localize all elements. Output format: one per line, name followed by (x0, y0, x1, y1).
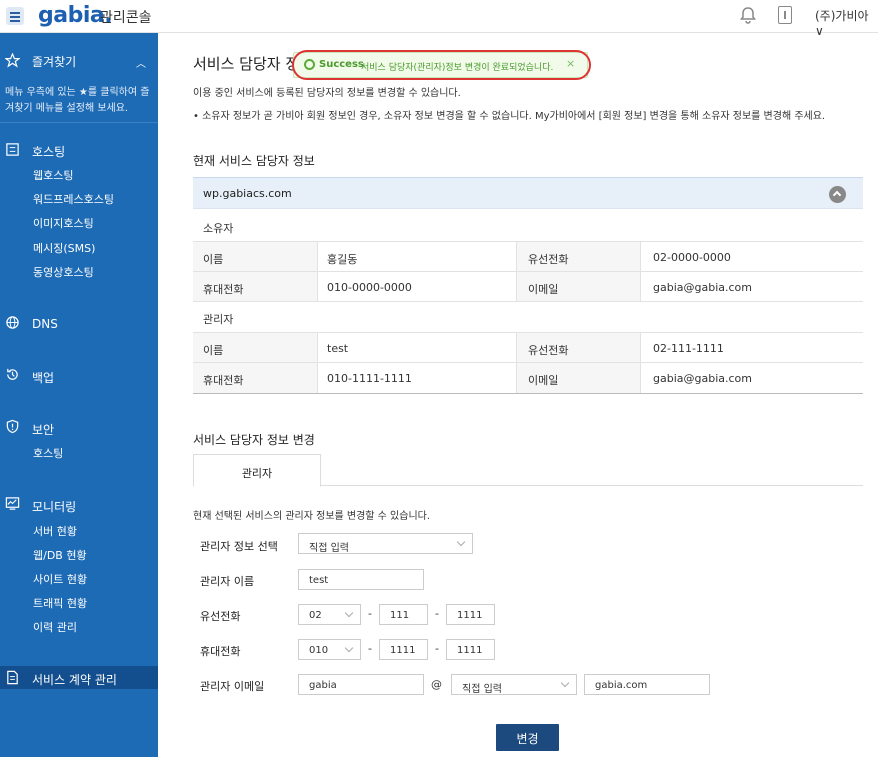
sidebar-item-messaging[interactable]: 메시징(SMS) (33, 240, 95, 256)
owner-email-label: 이메일 (528, 283, 559, 296)
sidebar-item-history[interactable]: 이력 관리 (33, 619, 77, 635)
current-info-heading: 현재 서비스 담당자 정보 (193, 154, 315, 168)
owner-title: 소유자 (203, 222, 234, 235)
owner-name-label: 이름 (203, 253, 224, 266)
owner-row-1: 이름 홍길동 유선전화 02-0000-0000 (193, 241, 863, 272)
collapse-chevron-icon[interactable] (829, 186, 846, 203)
sidebar: 즐겨찾기 ︿ 메뉴 우측에 있는 ★를 클릭하여 즐겨찾기 메뉴를 설정해 보세… (0, 33, 158, 757)
admin-name-field-label: 관리자 이름 (200, 575, 255, 588)
admin-info-select[interactable]: 직접 입력 (298, 533, 473, 554)
tel-field-label: 유선전화 (200, 610, 241, 623)
tab-admin[interactable]: 관리자 (193, 454, 321, 487)
admin-mobile-label: 휴대전화 (203, 374, 244, 387)
sidebar-item-web-db-status[interactable]: 웹/DB 현황 (33, 547, 87, 563)
owner-row-2: 휴대전화 010-0000-0000 이메일 gabia@gabia.com (193, 271, 863, 302)
contract-icon (7, 670, 18, 685)
bell-icon[interactable] (740, 6, 756, 24)
sidebar-item-wordpress-hosting[interactable]: 워드프레스호스팅 (33, 191, 114, 207)
chevron-down-icon (344, 608, 354, 618)
admin-name: test (327, 342, 349, 355)
app-title: 관리콘솔 (100, 10, 152, 26)
chevron-up-icon[interactable]: ︿ (136, 55, 146, 70)
domain-header[interactable]: wp.gabiacs.com (193, 177, 863, 209)
sidebar-security[interactable]: 보안 (32, 421, 54, 438)
dash: - (368, 607, 372, 620)
sidebar-item-site-status[interactable]: 사이트 현황 (33, 571, 87, 587)
email-domain-select[interactable]: 직접 입력 (451, 674, 577, 695)
change-heading: 서비스 담당자 정보 변경 (193, 433, 315, 447)
favorites-description: 메뉴 우측에 있는 ★를 클릭하여 즐겨찾기 메뉴를 설정해 보세요. (5, 87, 150, 114)
top-bar: gabia. 관리콘솔 (주)가비아 ∨ (0, 0, 878, 38)
admin-mobile: 010-1111-1111 (327, 372, 412, 385)
app-root: gabia. 관리콘솔 (주)가비아 ∨ 즐겨찾기 ︿ 메뉴 우측에 있는 ★를… (0, 0, 878, 757)
sidebar-monitoring[interactable]: 모니터링 (32, 498, 76, 515)
mobile-prefix-select[interactable]: 010 (298, 639, 361, 660)
admin-row-1: 이름 test 유선전화 02-111-1111 (193, 332, 863, 363)
mobile-last-input[interactable]: 1111 (446, 639, 495, 660)
sidebar-hosting[interactable]: 호스팅 (32, 143, 65, 160)
owner-mobile-label: 휴대전화 (203, 283, 244, 296)
owner-tel: 02-0000-0000 (653, 251, 731, 264)
owner-mobile: 010-0000-0000 (327, 281, 412, 294)
email-id-input[interactable]: gabia (298, 674, 424, 695)
submit-button[interactable]: 변경 (496, 724, 559, 751)
sidebar-item-server-status[interactable]: 서버 현황 (33, 523, 77, 539)
page-title: 서비스 담당자 정 (193, 55, 300, 73)
owner-notice: • 소유자 정보가 곧 가비아 회원 정보인 경우, 소유자 정보 변경을 할 … (193, 111, 826, 122)
admin-name-label: 이름 (203, 344, 224, 357)
tab-bar: 관리자 (193, 454, 863, 487)
backup-icon (7, 368, 18, 380)
admin-tel: 02-111-1111 (653, 342, 724, 355)
dash: - (368, 642, 372, 655)
admin-email: gabia@gabia.com (653, 372, 752, 385)
hamburger-menu-icon[interactable] (6, 7, 24, 25)
dash: - (435, 607, 439, 620)
chevron-down-icon (456, 537, 466, 547)
at-sign: @ (431, 678, 442, 691)
chevron-down-icon (344, 643, 354, 653)
change-description: 현재 선택된 서비스의 관리자 정보를 변경할 수 있습니다. (193, 511, 431, 522)
admin-name-input[interactable]: test (298, 569, 424, 590)
admin-row-2: 휴대전화 010-1111-1111 이메일 gabia@gabia.com (193, 362, 863, 393)
shield-icon (6, 419, 19, 434)
current-info-panel: wp.gabiacs.com 소유자 이름 홍길동 유선전화 02-0000-0… (193, 177, 863, 394)
admin-title: 관리자 (203, 313, 234, 326)
admin-email-label: 이메일 (528, 374, 559, 387)
sidebar-item-video-hosting[interactable]: 동영상호스팅 (33, 264, 94, 280)
tab-admin-label: 관리자 (241, 467, 273, 480)
dash: - (435, 642, 439, 655)
highlight-ring (292, 50, 591, 80)
email-field-label: 관리자 이메일 (200, 680, 265, 693)
mobile-field-label: 휴대전화 (200, 645, 241, 658)
tel-last-input[interactable]: 1111 (446, 604, 495, 625)
sidebar-item-traffic-status[interactable]: 트래픽 현황 (33, 595, 87, 611)
owner-name: 홍길동 (327, 253, 358, 266)
sidebar-backup[interactable]: 백업 (32, 369, 54, 386)
notice-icon[interactable] (778, 6, 792, 24)
sidebar-dns[interactable]: DNS (32, 317, 58, 331)
globe-icon (6, 316, 19, 329)
owner-email: gabia@gabia.com (653, 281, 752, 294)
chevron-down-icon (560, 678, 570, 688)
hosting-icon (6, 143, 19, 156)
main-content: 서비스 담당자 정 Success 서비스 담당자(관리자)정보 변경이 완료되… (158, 33, 878, 757)
sidebar-item-web-hosting[interactable]: 웹호스팅 (33, 167, 73, 183)
mobile-middle-input[interactable]: 1111 (379, 639, 428, 660)
admin-tel-label: 유선전화 (528, 344, 569, 357)
domain-name: wp.gabiacs.com (203, 187, 292, 200)
sidebar-contract[interactable]: 서비스 계약 관리 (32, 671, 117, 688)
tel-prefix-select[interactable]: 02 (298, 604, 361, 625)
admin-select-label: 관리자 정보 선택 (200, 540, 278, 553)
admin-title-row: 관리자 (193, 301, 863, 332)
sidebar-item-image-hosting[interactable]: 이미지호스팅 (33, 215, 94, 231)
star-icon (5, 53, 20, 68)
sidebar-divider (0, 122, 158, 123)
owner-tel-label: 유선전화 (528, 253, 569, 266)
email-domain-input[interactable]: gabia.com (584, 674, 710, 695)
monitoring-icon (5, 497, 20, 510)
sidebar-item-security-hosting[interactable]: 호스팅 (33, 445, 63, 461)
tel-middle-input[interactable]: 111 (379, 604, 428, 625)
sidebar-favorites[interactable]: 즐겨찾기 (32, 53, 76, 70)
page-description: 이용 중인 서비스에 등록된 담당자의 정보를 변경할 수 있습니다. (193, 88, 461, 99)
